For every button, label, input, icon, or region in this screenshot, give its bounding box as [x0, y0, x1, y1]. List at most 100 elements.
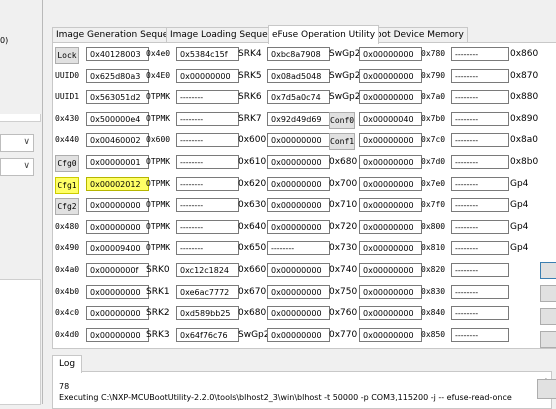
- fuse-row-button[interactable]: Cfg2: [55, 198, 79, 216]
- fuse-address-label: 0x4c0: [55, 308, 80, 318]
- fuse-value-field[interactable]: 0x00000000: [267, 327, 330, 342]
- fuse-value-field[interactable]: 0x00000000: [267, 176, 330, 191]
- fuse-value-field[interactable]: 0x00000000: [359, 306, 422, 321]
- fuse-value-field[interactable]: 0x00000000: [86, 284, 149, 299]
- fuse-row-button[interactable]: Cfg1: [55, 176, 79, 194]
- fuse-value-field[interactable]: 0x625d80a3: [86, 68, 149, 83]
- fuse-value-field[interactable]: --------: [176, 133, 239, 148]
- fuse-address-label: 0x780: [421, 49, 446, 58]
- fuse-value-field[interactable]: 0x00000000: [359, 219, 422, 234]
- fuse-value-field[interactable]: --------: [451, 263, 509, 277]
- fuse-address-label: 0x610: [238, 157, 267, 167]
- fuse-value-field[interactable]: 0x00000000: [176, 68, 239, 83]
- fuse-value-field[interactable]: --------: [451, 327, 509, 342]
- fuse-address-label: 0x890: [510, 113, 539, 124]
- right-edge-button-3[interactable]: [540, 308, 556, 325]
- fuse-value-field[interactable]: --------: [451, 176, 509, 191]
- fuse-value-field[interactable]: 0x00000000: [359, 47, 422, 61]
- tab-boot-device-memory[interactable]: Boot Device Memory: [366, 27, 468, 43]
- fuse-value-field[interactable]: --------: [176, 241, 239, 256]
- fuse-value-field[interactable]: 0x00000000: [267, 155, 330, 169]
- left-text-area[interactable]: [0, 279, 41, 405]
- fuse-value-field[interactable]: --------: [176, 198, 239, 213]
- fuse-value-field[interactable]: 0x40128003: [86, 47, 149, 61]
- fuse-value-field[interactable]: 0xbc8a7908: [267, 47, 330, 61]
- fuse-address-label: SRK3: [146, 329, 170, 340]
- fuse-value-field[interactable]: 0x00000000: [267, 198, 330, 213]
- fuse-value-field[interactable]: 0x00000000: [86, 198, 149, 213]
- fuse-value-field[interactable]: 0x00000000: [267, 133, 330, 148]
- fuse-value-field[interactable]: --------: [451, 306, 509, 321]
- log-output[interactable]: 78 Executing C:\NXP-MCUBootUtility-2.2.0…: [52, 371, 552, 409]
- fuse-value-field[interactable]: 0x00000000: [359, 68, 422, 83]
- tab-log[interactable]: Log: [52, 355, 83, 373]
- tab-efuse-operation-utility[interactable]: eFuse Operation Utility: [268, 25, 380, 44]
- fuse-value-field[interactable]: 0x5384c15f: [176, 47, 239, 61]
- left-dropdown-1[interactable]: ∨: [0, 134, 34, 152]
- fuse-value-field[interactable]: 0x00000000: [359, 90, 422, 105]
- fuse-value-field[interactable]: 0xe6ac7772: [176, 284, 239, 299]
- fuse-value-field[interactable]: 0x7d5a0c74: [267, 90, 330, 105]
- fuse-row-button[interactable]: Cfg0: [55, 155, 79, 172]
- fuse-value-field[interactable]: 0x00000000: [86, 327, 149, 342]
- fuse-value-field[interactable]: --------: [451, 155, 509, 169]
- fuse-value-field[interactable]: 0x00000000: [86, 306, 149, 321]
- fuse-value-field[interactable]: 0x00000000: [359, 176, 422, 191]
- right-edge-button-4[interactable]: [540, 331, 556, 348]
- fuse-value-field[interactable]: 0x00000000: [267, 284, 330, 299]
- fuse-row-button[interactable]: Lock: [55, 47, 79, 64]
- left-dropdown-2[interactable]: ∨: [0, 158, 34, 176]
- fuse-value-field[interactable]: --------: [451, 241, 509, 256]
- fuse-value-field[interactable]: 0x00002012: [86, 176, 149, 191]
- right-edge-button-5[interactable]: [537, 379, 556, 399]
- fuse-value-field[interactable]: --------: [451, 90, 509, 105]
- fuse-value-field[interactable]: 0x00000001: [86, 155, 149, 169]
- fuse-value-field[interactable]: --------: [176, 155, 239, 169]
- fuse-value-field[interactable]: 0xc12c1824: [176, 263, 239, 277]
- fuse-value-field[interactable]: 0x00460002: [86, 133, 149, 148]
- fuse-row-button[interactable]: Conf0: [329, 111, 355, 129]
- fuse-value-field[interactable]: 0x08ad5048: [267, 68, 330, 83]
- fuse-address-label: OTPMK: [146, 157, 171, 166]
- fuse-value-field[interactable]: 0x00000000: [359, 155, 422, 169]
- fuse-value-field[interactable]: --------: [176, 90, 239, 105]
- fuse-value-field[interactable]: 0x00000000: [359, 198, 422, 213]
- fuse-value-field[interactable]: --------: [267, 241, 330, 256]
- fuse-value-field[interactable]: 0x00009400: [86, 241, 149, 256]
- fuse-value-field[interactable]: 0x00000000: [267, 263, 330, 277]
- fuse-value-field[interactable]: 0x00000000: [359, 241, 422, 256]
- fuse-value-field[interactable]: 0x563051d2: [86, 90, 149, 105]
- right-edge-button-1[interactable]: [540, 262, 556, 279]
- fuse-address-label: 0x7a0: [421, 92, 446, 102]
- fuse-value-field[interactable]: --------: [451, 219, 509, 234]
- fuse-value-field[interactable]: 0x00000000: [267, 306, 330, 321]
- right-edge-button-2[interactable]: [540, 285, 556, 302]
- fuse-value-field[interactable]: 0x64f76c76: [176, 327, 239, 342]
- fuse-value-field[interactable]: 0x00000000: [359, 327, 422, 342]
- fuse-value-field[interactable]: --------: [451, 198, 509, 213]
- splitter[interactable]: [42, 0, 43, 404]
- fuse-row-button[interactable]: Conf1: [329, 133, 355, 151]
- fuse-value-field[interactable]: 0x00000000: [359, 133, 422, 148]
- fuse-value-field[interactable]: 0x00000000: [359, 284, 422, 299]
- fuse-address-label: SRK1: [146, 286, 170, 297]
- fuse-address-label: UUID1: [55, 92, 80, 102]
- fuse-address-label: 0x480: [55, 221, 80, 231]
- fuse-value-field[interactable]: 0x00000040: [359, 111, 422, 126]
- fuse-value-field[interactable]: --------: [451, 68, 509, 83]
- fuse-value-field[interactable]: --------: [176, 176, 239, 191]
- fuse-value-field[interactable]: 0x500000e4: [86, 111, 149, 126]
- fuse-address-label: 0x760: [329, 308, 358, 319]
- fuse-value-field[interactable]: --------: [176, 111, 239, 126]
- fuse-value-field[interactable]: 0x00000000: [359, 263, 422, 277]
- fuse-value-field[interactable]: --------: [451, 284, 509, 299]
- fuse-value-field[interactable]: 0x00000000: [267, 219, 330, 234]
- fuse-value-field[interactable]: 0xd589bb25: [176, 306, 239, 321]
- fuse-value-field[interactable]: --------: [176, 219, 239, 234]
- fuse-value-field[interactable]: 0x92d49d69: [267, 111, 330, 126]
- fuse-value-field[interactable]: 0x0000000f: [86, 263, 149, 277]
- fuse-value-field[interactable]: --------: [451, 133, 509, 148]
- fuse-value-field[interactable]: --------: [451, 47, 509, 61]
- fuse-value-field[interactable]: --------: [451, 111, 509, 126]
- fuse-value-field[interactable]: 0x00000000: [86, 219, 149, 234]
